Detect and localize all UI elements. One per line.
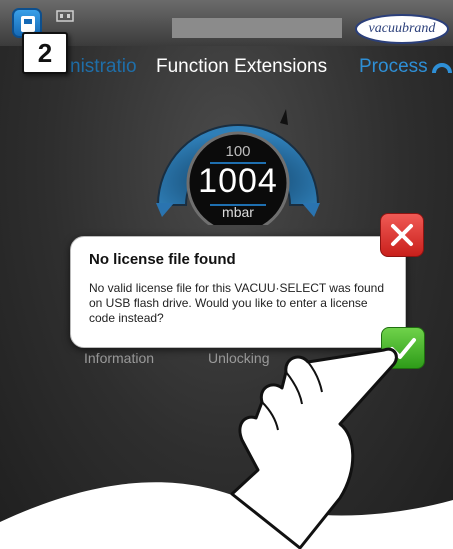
step-number-badge: 2	[22, 32, 68, 74]
pointing-hand-icon	[230, 347, 398, 549]
